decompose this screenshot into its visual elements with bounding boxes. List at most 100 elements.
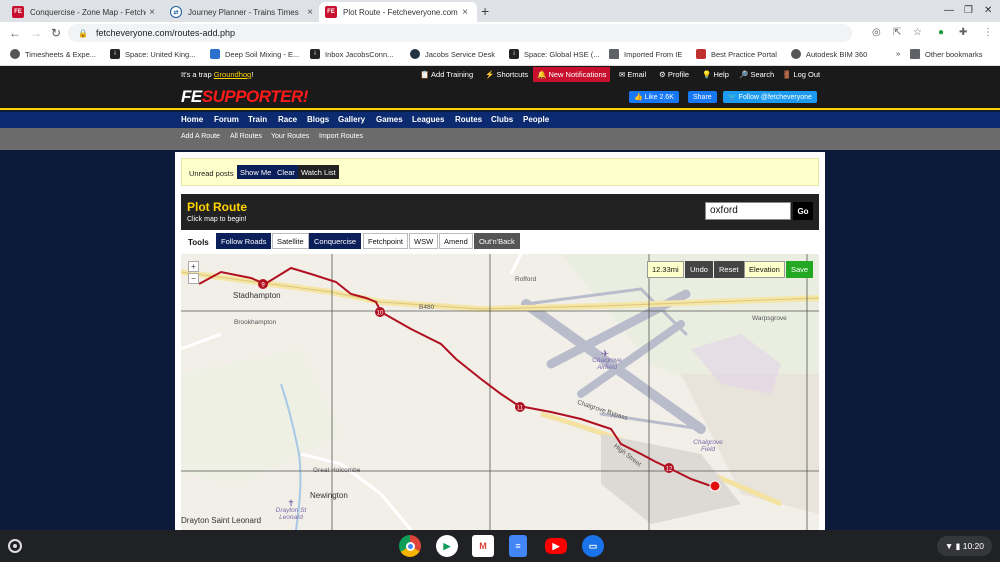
route-marker-9[interactable]: 9 [258, 279, 268, 289]
help-link[interactable]: 💡 Help [702, 70, 729, 79]
conquercise-button[interactable]: Conquercise [309, 233, 362, 249]
facebook-share-button[interactable]: Share [688, 91, 717, 103]
nav-games[interactable]: Games [376, 115, 403, 124]
map-label: Drayton St Leonard [275, 507, 307, 521]
docs-icon[interactable]: ≡ [509, 535, 527, 557]
extension-icon[interactable]: ● [938, 27, 944, 38]
location-icon[interactable]: ◎ [872, 27, 881, 38]
watch-list-button[interactable]: Watch List [298, 165, 339, 179]
subnav-your-routes[interactable]: Your Routes [271, 133, 309, 140]
subnav-all-routes[interactable]: All Routes [230, 133, 262, 140]
twitter-follow-button[interactable]: 🐦 Follow @fetcheveryone [723, 91, 817, 103]
trap-prefix: It's a trap [181, 70, 214, 79]
share-icon[interactable]: ⇱ [893, 27, 901, 38]
nav-gallery[interactable]: Gallery [338, 115, 365, 124]
bookmark-item[interactable]: Timesheets & Expe... [10, 49, 96, 59]
svg-text:11: 11 [517, 406, 524, 412]
more-bookmarks-icon[interactable]: » [896, 49, 900, 58]
reset-button[interactable]: Reset [714, 261, 744, 278]
groundhog-link[interactable]: Groundhog [214, 70, 252, 79]
clear-button[interactable]: Clear [274, 165, 298, 179]
close-icon[interactable]: × [304, 7, 316, 18]
route-end-marker[interactable] [709, 480, 721, 492]
tab-journey-planner[interactable]: ⇄ Journey Planner - Trains Times × [164, 2, 322, 22]
nav-train[interactable]: Train [248, 115, 267, 124]
subnav-import-routes[interactable]: Import Routes [319, 133, 363, 140]
puzzle-icon[interactable]: ✚ [959, 27, 967, 38]
route-map[interactable]: 9 10 11 12 ✈ ✝ Stadhampton Brookhampton … [181, 254, 819, 530]
add-training-link[interactable]: 📋 Add Training [420, 70, 473, 79]
map-label: Newington [310, 491, 348, 500]
save-button[interactable]: Save [786, 261, 814, 278]
system-tray[interactable]: ▼ ▮ 10:20 [936, 536, 992, 556]
profile-link[interactable]: ⚙ Profile [659, 70, 689, 79]
bookmark-item[interactable]: i Inbox JacobsConn... [310, 49, 393, 59]
close-icon[interactable]: × [459, 7, 471, 18]
undo-button[interactable]: Undo [685, 261, 713, 278]
facebook-like-button[interactable]: 👍 Like 2.6K [629, 91, 679, 103]
subnav-add-route[interactable]: Add A Route [181, 133, 220, 140]
bookmark-item[interactable]: i Space: Global HSE (... [509, 49, 599, 59]
show-me-button[interactable]: Show Me [237, 165, 275, 179]
play-store-icon[interactable]: ▶ [436, 535, 458, 557]
logout-link[interactable]: 🚪 Log Out [782, 70, 820, 79]
zoom-out-button[interactable]: − [188, 273, 199, 284]
satellite-button[interactable]: Satellite [272, 233, 309, 249]
out-n-back-button[interactable]: Out'n'Back [474, 233, 520, 249]
go-button[interactable]: Go [793, 202, 813, 220]
nav-race[interactable]: Race [278, 115, 297, 124]
elevation-button[interactable]: Elevation [744, 261, 785, 278]
nav-leagues[interactable]: Leagues [412, 115, 444, 124]
chrome-icon[interactable] [399, 535, 421, 557]
amend-button[interactable]: Amend [439, 233, 473, 249]
route-marker-10[interactable]: 10 [375, 307, 385, 317]
tab-title: Plot Route - Fetcheveryone.com [343, 7, 458, 17]
nav-forum[interactable]: Forum [214, 115, 239, 124]
nav-blogs[interactable]: Blogs [307, 115, 329, 124]
nav-clubs[interactable]: Clubs [491, 115, 513, 124]
bookmark-item[interactable]: Imported From IE [609, 49, 682, 59]
bookmark-item[interactable]: Autodesk BIM 360 [791, 49, 867, 59]
gmail-icon[interactable]: M [472, 535, 494, 557]
bookmark-item[interactable]: Jacobs Service Desk [410, 49, 495, 59]
route-marker-12[interactable]: 12 [664, 463, 674, 473]
notifications-link[interactable]: 🔔 New Notifications [533, 67, 611, 82]
tab-title: Conquercise - Zone Map - Fetche [30, 7, 146, 17]
zoom-in-button[interactable]: + [188, 261, 199, 272]
location-search-input[interactable]: oxford [705, 202, 791, 220]
back-icon[interactable]: ← [9, 26, 21, 40]
tab-conquercise[interactable]: FE Conquercise - Zone Map - Fetche × [6, 2, 164, 22]
youtube-icon[interactable]: ▶ [545, 538, 567, 554]
doc-icon [210, 49, 220, 59]
reload-icon[interactable]: ↻ [51, 26, 61, 40]
launcher-icon[interactable] [8, 539, 22, 553]
nav-home[interactable]: Home [181, 115, 203, 124]
messages-icon[interactable]: ▭ [582, 535, 604, 557]
bookmark-item[interactable]: i Space: United King... [110, 49, 195, 59]
restore-icon[interactable]: ❐ [964, 5, 973, 16]
fb-like-label: Like 2.6K [644, 93, 674, 101]
site-logo[interactable]: FESUPPORTER! [181, 87, 308, 107]
menu-icon[interactable]: ⋮ [983, 27, 993, 38]
search-link[interactable]: 🔎 Search [739, 70, 774, 79]
new-tab-button[interactable]: + [481, 3, 489, 19]
shortcuts-link[interactable]: ⚡ Shortcuts [485, 70, 528, 79]
nav-people[interactable]: People [523, 115, 549, 124]
other-bookmarks[interactable]: Other bookmarks [910, 49, 983, 59]
address-bar[interactable]: 🔒 fetcheveryone.com/routes-add.php [68, 24, 852, 42]
forward-icon[interactable]: → [30, 26, 42, 40]
close-icon[interactable]: × [146, 7, 158, 18]
bookmark-item[interactable]: Best Practice Portal [696, 49, 777, 59]
close-window-icon[interactable]: ✕ [984, 5, 992, 16]
minimize-icon[interactable]: — [944, 5, 954, 16]
tools-row: Tools Follow Roads Satellite Conquercise… [181, 232, 819, 252]
email-link[interactable]: ✉ Email [619, 70, 646, 79]
star-icon[interactable]: ☆ [913, 27, 922, 38]
follow-roads-button[interactable]: Follow Roads [216, 233, 272, 249]
tab-plot-route[interactable]: FE Plot Route - Fetcheveryone.com × [319, 2, 477, 22]
bookmark-item[interactable]: Deep Soil Mixing - E... [210, 49, 299, 59]
wsw-button[interactable]: WSW [409, 233, 439, 249]
nav-routes[interactable]: Routes [455, 115, 482, 124]
route-marker-11[interactable]: 11 [515, 402, 525, 412]
fetchpoint-button[interactable]: Fetchpoint [363, 233, 409, 249]
